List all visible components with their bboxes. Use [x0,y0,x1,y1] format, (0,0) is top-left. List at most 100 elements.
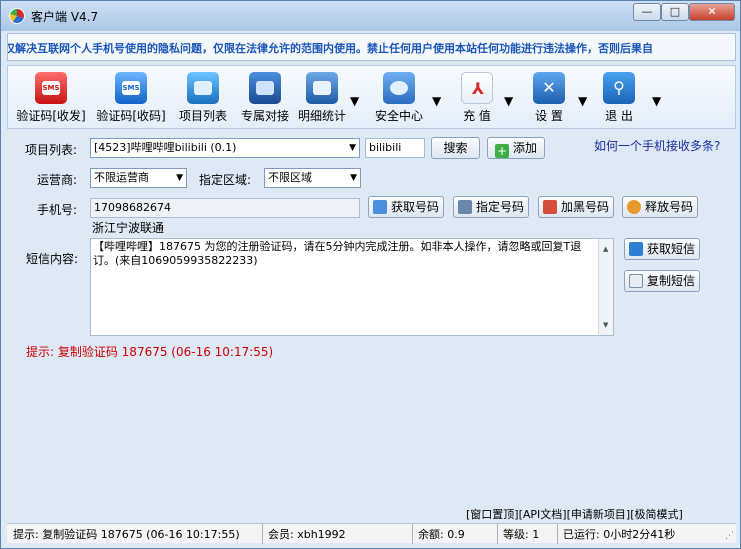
users-icon [383,72,415,104]
add-label: 添加 [512,141,537,155]
carrier-select[interactable]: 不限运营商 ▼ [90,168,187,188]
status-bar: 提示: 复制验证码 187675 (06-16 10:17:55) 会员: xb… [7,523,736,544]
sms-icon: SMS [115,72,147,104]
monitor-icon [249,72,281,104]
region-value: 不限区域 [268,171,312,184]
scroll-up-icon[interactable]: ▲ [603,242,608,256]
sms-scrollbar[interactable]: ▲ ▼ [598,239,613,335]
search-input[interactable]: bilibili [365,138,425,158]
project-label: 项目列表: [25,143,78,157]
status-running-time: 已运行: 0小时2分41秒 [563,528,676,541]
sms-text: 【哔哩哔哩】187675 为您的注册验证码，请在5分钟内完成注册。如非本人操作，… [93,240,582,267]
close-button[interactable]: ✕ [689,3,735,21]
maximize-button[interactable]: □ [661,3,689,21]
exit-icon: ⚲ [603,72,635,104]
sms-icon [628,242,643,256]
footer-links: [窗口置顶][API文档][申请新项目][极简模式] [466,506,683,522]
phone-icon [457,200,472,214]
app-logo-icon [9,8,25,24]
assign-number-label: 指定号码 [475,200,524,214]
pdf-icon: ⅄ [461,72,493,104]
chevron-down-icon: ▼ [350,173,357,183]
chevron-down-icon[interactable]: ▼ [578,94,587,108]
toolbar-recharge[interactable]: ⅄ 充 值 [454,72,500,128]
scroll-down-icon[interactable]: ▼ [603,318,608,332]
phone-label: 手机号: [37,203,78,217]
chevron-down-icon[interactable]: ▼ [432,94,441,108]
blacklist-number-button[interactable]: 加黑号码 [538,196,614,218]
status-balance: 余额: 0.9 [418,528,465,541]
toolbar-label: 项目列表 [178,109,227,123]
toolbar-label: 充 值 [463,109,491,123]
window-title: 客户端 V4.7 [31,10,99,24]
project-value: [4523]哔哩哔哩bilibili (0.1) [94,141,237,154]
sms-label: 短信内容: [26,252,79,266]
toolbar-label: 专属对接 [240,109,289,123]
minimize-button[interactable]: — [633,3,661,21]
toolbar-label: 安全中心 [374,109,423,123]
release-number-label: 释放号码 [644,200,693,214]
sms-icon: SMS [35,72,67,104]
copy-icon [628,274,643,288]
toolbar-label: 退 出 [605,109,633,123]
sms-content-textarea[interactable]: 【哔哩哔哩】187675 为您的注册验证码，请在5分钟内完成注册。如非本人操作，… [90,238,614,336]
carrier-value: 不限运营商 [94,171,149,184]
phone-field[interactable]: 17098682674 [90,198,360,218]
add-button[interactable]: + 添加 [487,137,545,159]
status-hint: 提示: 复制验证码 187675 (06-16 10:17:55) [13,528,240,541]
search-button[interactable]: 搜索 [431,137,480,159]
toolbar-security[interactable]: 安全中心 [370,72,428,128]
toolbar-project-list[interactable]: 项目列表 [174,72,232,128]
chevron-down-icon[interactable]: ▼ [350,94,359,108]
api-docs-link[interactable]: [API文档] [519,508,567,521]
resize-grip-icon[interactable]: ⋰ [725,531,734,541]
toolbar-label: 设 置 [535,109,563,123]
status-level: 等级: 1 [503,528,540,541]
blacklist-number-label: 加黑号码 [560,200,609,214]
help-link[interactable]: 如何一个手机接收多条? [594,137,720,154]
copy-sms-button[interactable]: 复制短信 [624,270,700,292]
carrier-label: 运营商: [37,173,78,187]
notice-ticker: 仅解决互联网个人手机号使用的隐私问题，仅限在法律允许的范围内使用。禁止任何用户使… [7,33,736,61]
project-select[interactable]: [4523]哔哩哔哩bilibili (0.1) ▼ [90,138,360,158]
get-number-button[interactable]: 获取号码 [368,196,444,218]
ticker-text: 仅解决互联网个人手机号使用的隐私问题，仅限在法律允许的范围内使用。禁止任何用户使… [7,42,653,55]
toolbar-dedicated[interactable]: 专属对接 [236,72,294,128]
status-member: 会员: xbh1992 [268,528,346,541]
toolbar-settings[interactable]: ✕ 设 置 [526,72,572,128]
main-toolbar: SMS 验证码[收发] SMS 验证码[收码] 项目列表 专属对接 明细统计 ▼… [7,65,736,129]
toolbar-label: 明细统计 [297,109,346,123]
toolbar-label: 验证码[收码] [96,109,166,123]
get-sms-label: 获取短信 [646,242,695,256]
region-select[interactable]: 不限区域 ▼ [264,168,361,188]
chart-icon [306,72,338,104]
toolbar-sms-send-receive[interactable]: SMS 验证码[收发] [14,72,88,128]
chevron-down-icon: ▼ [349,143,356,153]
release-number-button[interactable]: 释放号码 [622,196,698,218]
tools-icon: ✕ [533,72,565,104]
window-pin-link[interactable]: [窗口置顶] [466,508,519,521]
list-icon [187,72,219,104]
release-icon [626,200,641,214]
plus-icon: + [494,144,509,158]
copy-hint: 提示: 复制验证码 187675 (06-16 10:17:55) [26,345,274,359]
toolbar-sms-receive[interactable]: SMS 验证码[收码] [94,72,168,128]
chevron-down-icon[interactable]: ▼ [504,94,513,108]
minimal-mode-link[interactable]: [极简模式] [630,508,683,521]
chevron-down-icon: ▼ [176,173,183,183]
get-number-label: 获取号码 [390,200,439,214]
assign-number-button[interactable]: 指定号码 [453,196,529,218]
toolbar-exit[interactable]: ⚲ 退 出 [596,72,642,128]
title-bar: 客户端 V4.7 — □ ✕ [1,1,740,31]
new-project-link[interactable]: [申请新项目] [567,508,631,521]
phone-value: 17098682674 [94,201,171,214]
toolbar-statistics[interactable]: 明细统计 [296,72,348,128]
phone-icon [542,200,557,214]
chevron-down-icon[interactable]: ▼ [652,94,661,108]
phone-icon [372,200,387,214]
phone-location: 浙江宁波联通 [92,221,165,235]
get-sms-button[interactable]: 获取短信 [624,238,700,260]
toolbar-label: 验证码[收发] [16,109,86,123]
copy-sms-label: 复制短信 [646,274,695,288]
app-window: 客户端 V4.7 — □ ✕ 仅解决互联网个人手机号使用的隐私问题，仅限在法律允… [0,0,741,549]
